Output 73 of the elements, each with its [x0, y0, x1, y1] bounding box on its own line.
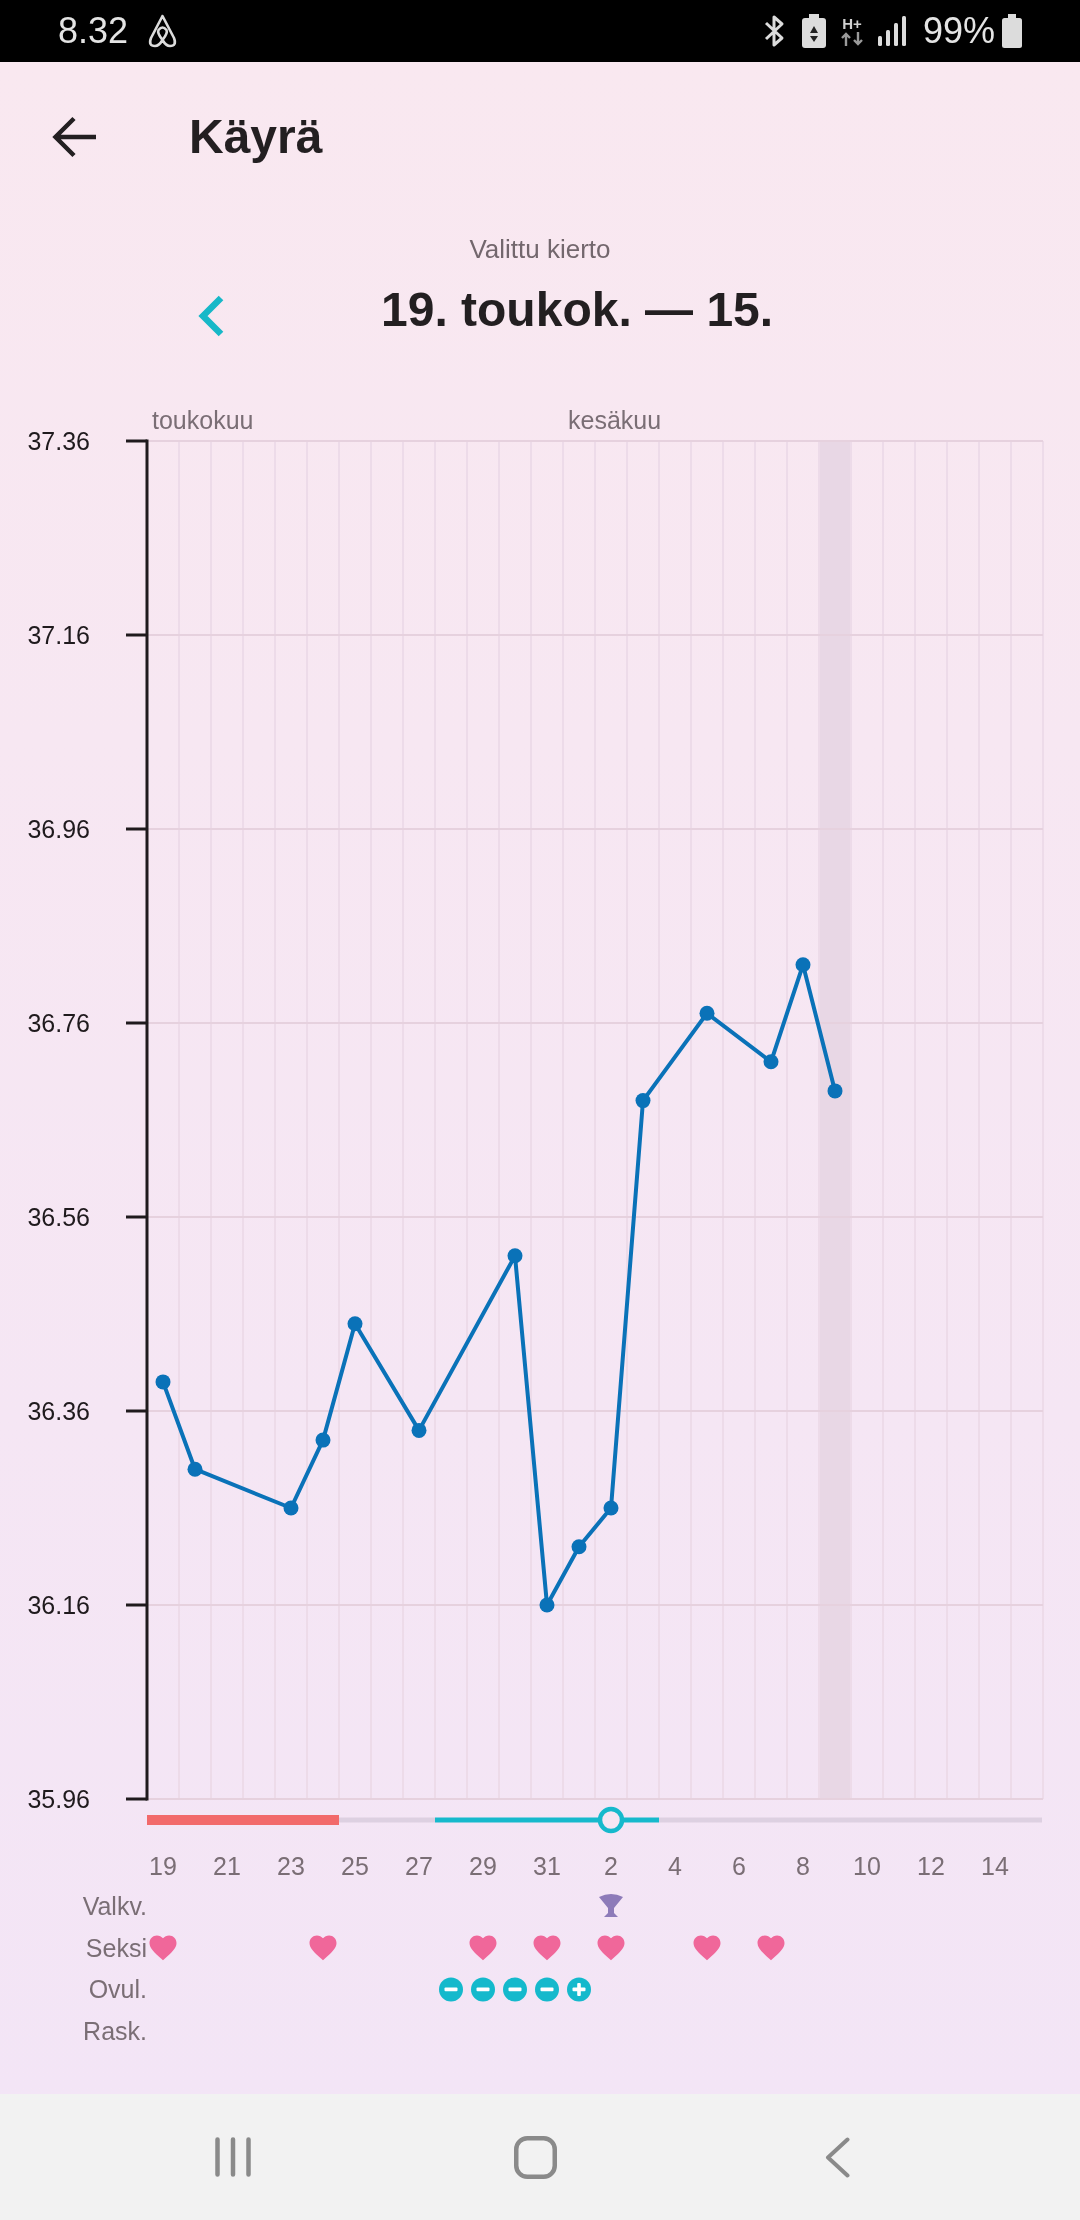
- page-title: Käyrä: [189, 109, 323, 165]
- day-label: 14: [981, 1852, 1009, 1880]
- heart-icon: [309, 1935, 337, 1961]
- y-axis-label: 36.16: [27, 1591, 90, 1619]
- data-point: [155, 1374, 171, 1390]
- network-type: H+: [842, 16, 862, 31]
- home-icon: [513, 2135, 557, 2179]
- heart-icon: [149, 1935, 177, 1961]
- battery-icon: [1002, 14, 1022, 48]
- y-axis-label: 37.36: [27, 427, 90, 455]
- heart-icon: [533, 1935, 561, 1961]
- day-label: 8: [796, 1852, 810, 1880]
- y-axis-label: 36.76: [27, 1009, 90, 1037]
- day-label: 10: [853, 1852, 881, 1880]
- day-label: 27: [405, 1852, 433, 1880]
- day-label: 12: [917, 1852, 945, 1880]
- data-point: [603, 1500, 619, 1516]
- data-point: [827, 1083, 843, 1099]
- day-label: 31: [533, 1852, 561, 1880]
- data-point: [347, 1316, 363, 1332]
- data-point: [539, 1597, 555, 1613]
- data-point: [411, 1422, 427, 1438]
- minus-circle-icon: [439, 1977, 463, 2002]
- day-label: 23: [277, 1852, 305, 1880]
- day-label: 2: [604, 1852, 618, 1880]
- month-label: kesäkuu: [568, 406, 662, 434]
- row-label: Ovul.: [88, 1975, 147, 2004]
- chevron-left-icon: [198, 295, 224, 337]
- day-label: 6: [732, 1852, 746, 1880]
- data-arrows-icon: [840, 32, 863, 46]
- data-point: [283, 1500, 299, 1516]
- plus-circle-icon: [567, 1977, 591, 2002]
- status-time: 8.32: [58, 11, 129, 51]
- row-label: Seksi: [85, 1933, 147, 1962]
- y-axis-label: 36.56: [27, 1203, 90, 1231]
- row-label: Rask.: [83, 2017, 147, 2046]
- month-label: toukokuu: [152, 406, 254, 434]
- day-label: 25: [341, 1852, 369, 1880]
- heart-icon: [757, 1935, 785, 1961]
- day-label: 19: [149, 1852, 177, 1880]
- data-point: [315, 1432, 331, 1448]
- minus-circle-icon: [471, 1977, 495, 2002]
- back-arrow-icon: [52, 116, 96, 158]
- data-point: [699, 1005, 715, 1021]
- cycle-date-range: 19. toukok. — 15.: [381, 282, 774, 338]
- day-label: 4: [668, 1852, 682, 1880]
- heart-icon: [597, 1935, 625, 1961]
- data-point: [507, 1248, 523, 1264]
- y-axis-label: 36.36: [27, 1397, 90, 1425]
- back-chevron-icon: [824, 2136, 850, 2178]
- funnel-icon: [599, 1894, 623, 1917]
- data-point: [795, 957, 811, 973]
- heart-icon: [469, 1935, 497, 1961]
- back-button[interactable]: [52, 116, 96, 158]
- minus-circle-icon: [503, 1977, 527, 2002]
- minus-circle-icon: [535, 1977, 559, 2002]
- y-axis-label: 35.96: [27, 1785, 90, 1813]
- recent-apps-icon: [215, 2137, 251, 2177]
- battery-saver-icon: [801, 14, 826, 48]
- ring-marker-icon: [597, 1806, 625, 1834]
- data-point: [187, 1461, 203, 1477]
- row-label: Valkv.: [82, 1892, 147, 1920]
- selected-cycle-caption: Valittu kierto: [469, 234, 611, 264]
- battery-percent: 99%: [922, 11, 995, 51]
- signal-icon: [877, 16, 908, 46]
- day-label: 21: [213, 1852, 241, 1880]
- data-point: [763, 1054, 779, 1070]
- data-point: [635, 1093, 651, 1109]
- data-point: [571, 1539, 587, 1555]
- heart-icon: [693, 1935, 721, 1961]
- y-axis-label: 37.16: [27, 621, 90, 649]
- day-label: 29: [469, 1852, 497, 1880]
- y-axis-label: 36.96: [27, 815, 90, 843]
